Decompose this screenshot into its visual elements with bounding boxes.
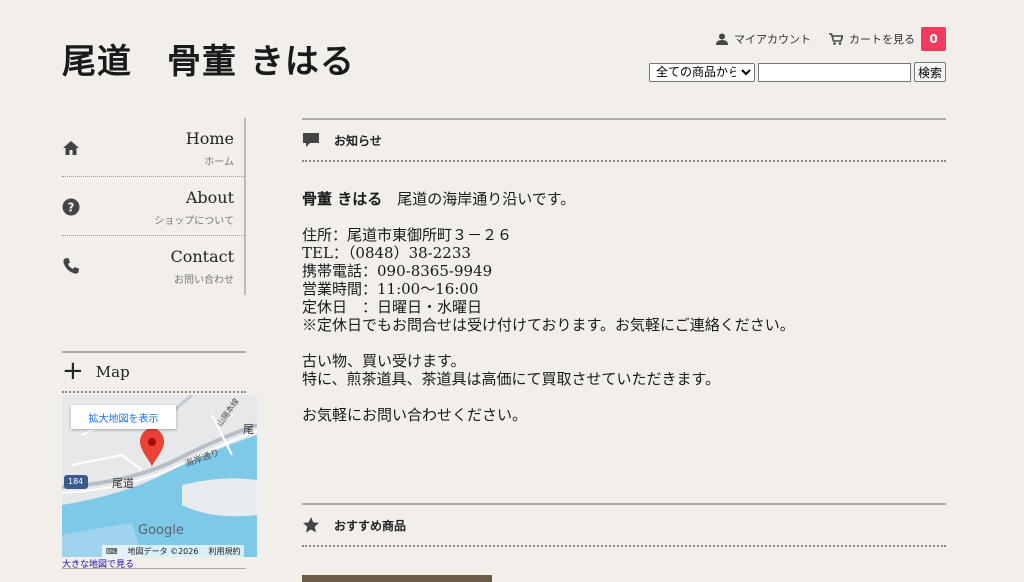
side-nav: Home ホーム ? About ショップについて Contact お問い合わせ: [62, 118, 246, 295]
search-category-select[interactable]: 全ての商品から: [648, 62, 755, 82]
address-line: 住所：尾道市東御所町３－２６: [302, 226, 513, 244]
recommend-title: おすすめ商品: [334, 518, 407, 533]
nav-about-label: About: [185, 188, 234, 207]
buy-line-2: 特に、煎茶道具、茶道具は高価にて買取させていただきます。: [302, 370, 721, 388]
notice-intro: 骨董 きはる 尾道の海岸通り沿いです。: [302, 190, 942, 208]
nav-contact-label: Contact: [170, 247, 234, 266]
product-thumbnail[interactable]: [302, 575, 492, 582]
nav-home-label: Home: [185, 129, 234, 148]
speech-bubble-icon: [303, 133, 319, 147]
tel-line: TEL：（0848）38-2233: [302, 244, 471, 262]
view-cart-link[interactable]: カートを見る: [829, 31, 915, 47]
cart-count-badge[interactable]: 0: [921, 27, 946, 51]
user-icon: [716, 33, 728, 45]
map-header: + Map: [62, 351, 246, 393]
nav-home-sublabel: ホーム: [204, 157, 234, 168]
enlarge-map-button[interactable]: 拡大地図を表示: [71, 405, 176, 429]
notice-header: お知らせ: [302, 118, 946, 162]
phone-icon: [63, 258, 79, 274]
keyboard-icon[interactable]: ⌨: [106, 547, 118, 556]
svg-text:?: ?: [68, 201, 75, 215]
home-icon: [63, 141, 79, 155]
google-logo: Google: [138, 523, 184, 538]
map-route-label: 184: [68, 477, 84, 486]
view-cart-label: カートを見る: [849, 33, 915, 46]
map-place-onomichi: 尾道: [112, 477, 134, 490]
nav-contact-sublabel: お問い合わせ: [174, 275, 234, 286]
shop-name: 骨董 きはる: [302, 190, 383, 208]
mobile-line: 携帯電話：090-8365-9949: [302, 262, 493, 280]
plus-icon: +: [62, 356, 84, 386]
hours-line: 営業時間：11:00～16:00: [302, 280, 479, 298]
map-divider: [62, 568, 246, 569]
search-input[interactable]: [757, 62, 911, 82]
buy-line-1: 古い物、買い受けます。: [302, 352, 466, 370]
search-bar: 全ての商品から 検索: [648, 62, 946, 82]
site-title[interactable]: 尾道 骨董 きはる: [62, 34, 355, 83]
shop-tagline: 尾道の海岸通り沿いです。: [382, 190, 576, 208]
recommend-header: おすすめ商品: [302, 503, 946, 547]
map-title: Map: [95, 363, 130, 381]
map-terms-link[interactable]: 利用規約: [208, 546, 240, 557]
inquiry-note-line: ※定休日でもお問合せは受け付けております。お気軽にご連絡ください。: [302, 316, 795, 334]
nav-item-contact[interactable]: Contact お問い合わせ: [62, 236, 244, 295]
question-icon: ?: [62, 198, 80, 216]
nav-about-sublabel: ショップについて: [154, 216, 234, 227]
closing-line: お気軽にお問い合わせください。: [302, 406, 528, 424]
notice-content: 骨董 きはる 尾道の海岸通り沿いです。 住所：尾道市東御所町３－２６ TEL：（…: [302, 190, 942, 424]
search-button[interactable]: 検索: [913, 62, 946, 82]
google-map[interactable]: 184 尾道 尾 海岸通り 山陽本線 Google 拡大地図を表示 ⌨ 地図デー…: [62, 395, 257, 557]
map-place-onomichi-right: 尾: [243, 423, 254, 436]
notice-title: お知らせ: [334, 133, 382, 148]
map-footer: ⌨ 地図データ ©2026 利用規約: [102, 545, 245, 557]
nav-item-home[interactable]: Home ホーム: [62, 118, 244, 177]
top-links: マイアカウント カートを見る 0: [716, 27, 946, 51]
my-account-link[interactable]: マイアカウント: [716, 31, 811, 47]
closed-days-line: 定休日 ：日曜日・水曜日: [302, 298, 483, 316]
cart-icon: [829, 33, 843, 45]
map-data-credit: 地図データ ©2026: [127, 546, 199, 556]
nav-item-about[interactable]: ? About ショップについて: [62, 177, 244, 236]
star-icon: [303, 517, 319, 533]
my-account-label: マイアカウント: [734, 33, 811, 46]
